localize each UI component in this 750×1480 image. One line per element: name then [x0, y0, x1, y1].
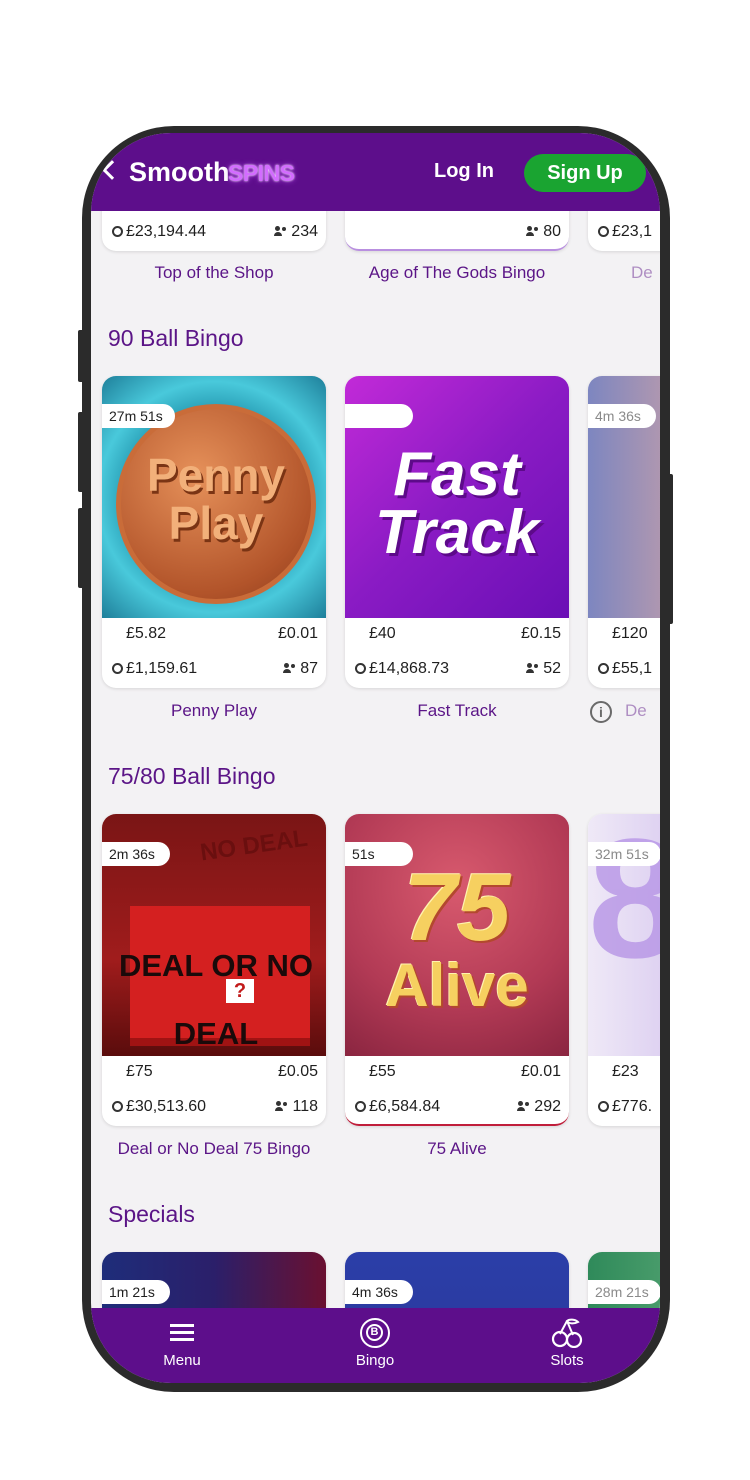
- game-art-text: Fast Track: [374, 440, 540, 567]
- bottom-nav: Menu B Bingo Slots: [91, 1308, 660, 1383]
- coin-icon: [355, 663, 366, 674]
- countdown-badge: 27m 51s: [102, 404, 175, 428]
- card-ticket-price: £0.05: [277, 1063, 318, 1080]
- card-prize: £75: [126, 1063, 153, 1080]
- card-name[interactable]: Age of The Gods Bingo: [345, 263, 569, 283]
- card-prize: £120: [612, 625, 648, 642]
- countdown-badge: 2m 36s: [102, 842, 170, 866]
- players-icon: [517, 1101, 531, 1111]
- card-players: 118: [292, 1098, 318, 1115]
- game-list[interactable]: £23,194.44 234 Top of the Shop 80 Age of…: [91, 211, 660, 1308]
- nav-slots[interactable]: Slots: [517, 1318, 617, 1369]
- back-icon[interactable]: [102, 160, 122, 180]
- card-ticket-price: £0.01: [277, 625, 318, 642]
- game-art-text-bottom: Alive: [385, 952, 529, 1019]
- card-prize: £5.82: [126, 625, 167, 642]
- cherries-icon: [551, 1318, 583, 1348]
- game-card-top-of-the-shop[interactable]: £23,194.44 234: [102, 211, 326, 251]
- app-header: Smooth SPINS Log In Sign Up: [91, 133, 660, 211]
- card-prize: £55: [369, 1063, 396, 1080]
- card-jackpot: £1,159.61: [126, 660, 198, 677]
- nav-label: Bingo: [355, 1352, 395, 1369]
- card-name[interactable]: De: [588, 263, 660, 283]
- countdown-badge: 32m 51s: [588, 842, 660, 866]
- card-jackpot: £23,194.44: [126, 223, 207, 240]
- bingo-ball-icon: B: [360, 1318, 390, 1348]
- coin-icon: [112, 226, 123, 237]
- info-icon[interactable]: i: [590, 701, 612, 723]
- coin-icon: [598, 663, 609, 674]
- logo-accent-text[interactable]: SPINS: [228, 160, 295, 187]
- card-players: 52: [543, 660, 561, 677]
- countdown-badge: [345, 404, 413, 428]
- card-name[interactable]: Fast Track: [345, 701, 569, 721]
- card-players: 80: [543, 223, 561, 240]
- game-art-text-top: 75: [403, 854, 511, 961]
- card-name[interactable]: Deal or No Deal 75 Bingo: [102, 1139, 326, 1159]
- game-card-special[interactable]: 4m 36s: [345, 1252, 569, 1308]
- phone-screen: Smooth SPINS Log In Sign Up £23,194.44 2…: [91, 133, 660, 1383]
- coin-icon: [355, 1101, 366, 1112]
- countdown-badge: 28m 21s: [588, 1280, 660, 1304]
- players-icon: [526, 663, 540, 673]
- card-jackpot: £55,1: [612, 660, 653, 677]
- game-card-penny-play[interactable]: Penny Play 27m 51s £5.82 £0.01 £1,159.61…: [102, 376, 326, 688]
- section-title-90-ball: 90 Ball Bingo: [108, 325, 244, 351]
- card-name[interactable]: Penny Play: [102, 701, 326, 721]
- card-players: 87: [300, 660, 318, 677]
- section-title-75-80-ball: 75/80 Ball Bingo: [108, 763, 276, 789]
- countdown-badge: 51s: [345, 842, 413, 866]
- signup-button[interactable]: Sign Up: [524, 154, 646, 192]
- card-players: 292: [534, 1098, 561, 1115]
- nav-menu[interactable]: Menu: [132, 1318, 232, 1369]
- card-prize: £40: [369, 625, 396, 642]
- card-jackpot: £23,1: [612, 223, 653, 240]
- section-title-specials: Specials: [108, 1201, 195, 1227]
- card-jackpot: £14,868.73: [369, 660, 450, 677]
- card-name[interactable]: De: [625, 701, 660, 721]
- card-prize: £23: [612, 1063, 639, 1080]
- logo-text[interactable]: Smooth: [129, 157, 230, 188]
- game-art-text: DEAL OR NO DEAL: [118, 948, 314, 1051]
- countdown-badge: 4m 36s: [345, 1280, 413, 1304]
- game-card-fast-track[interactable]: Fast Track £40 £0.15 £14,868.73 52: [345, 376, 569, 688]
- game-card-partial[interactable]: 28m 21s: [588, 1252, 660, 1308]
- game-card-partial[interactable]: 8 32m 51s £23 £776.: [588, 814, 660, 1126]
- players-icon: [283, 663, 297, 673]
- game-card-partial[interactable]: 4m 36s £120 £55,1: [588, 376, 660, 688]
- players-icon: [275, 1101, 289, 1111]
- game-art-question: ?: [226, 979, 254, 1003]
- players-icon: [526, 226, 540, 236]
- coin-icon: [112, 1101, 123, 1112]
- nav-label: Menu: [163, 1352, 201, 1369]
- game-art-text: Penny Play: [146, 449, 286, 549]
- countdown-badge: 4m 36s: [588, 404, 656, 428]
- nav-bingo[interactable]: B Bingo: [325, 1318, 425, 1369]
- game-art-text: 8: [588, 814, 660, 994]
- card-name[interactable]: Top of the Shop: [102, 263, 326, 283]
- card-jackpot: £6,584.84: [369, 1098, 441, 1115]
- menu-icon: [170, 1324, 194, 1342]
- card-jackpot: £776.: [612, 1098, 653, 1115]
- card-jackpot: £30,513.60: [126, 1098, 207, 1115]
- game-card-special[interactable]: 1m 21s: [102, 1252, 326, 1308]
- game-card-75-alive[interactable]: 75 Alive 51s £55 £0.01 £6,584.84 292: [345, 814, 569, 1126]
- countdown-badge: 1m 21s: [102, 1280, 170, 1304]
- game-art-bg-text: NO DEAL: [198, 824, 310, 867]
- coin-icon: [598, 226, 609, 237]
- nav-label: Slots: [550, 1352, 584, 1369]
- card-name[interactable]: 75 Alive: [345, 1139, 569, 1159]
- game-card-age-of-the-gods[interactable]: 80: [345, 211, 569, 251]
- login-button[interactable]: Log In: [434, 160, 494, 183]
- card-players: 234: [291, 223, 318, 240]
- players-icon: [274, 226, 288, 236]
- game-card-deal-or-no-deal[interactable]: NO DEAL DEAL OR NO DEAL ? 2m 36s £75 £0.…: [102, 814, 326, 1126]
- game-card-partial[interactable]: £23,1: [588, 211, 660, 251]
- coin-icon: [112, 663, 123, 674]
- coin-icon: [598, 1101, 609, 1112]
- card-ticket-price: £0.01: [520, 1063, 561, 1080]
- card-ticket-price: £0.15: [520, 625, 561, 642]
